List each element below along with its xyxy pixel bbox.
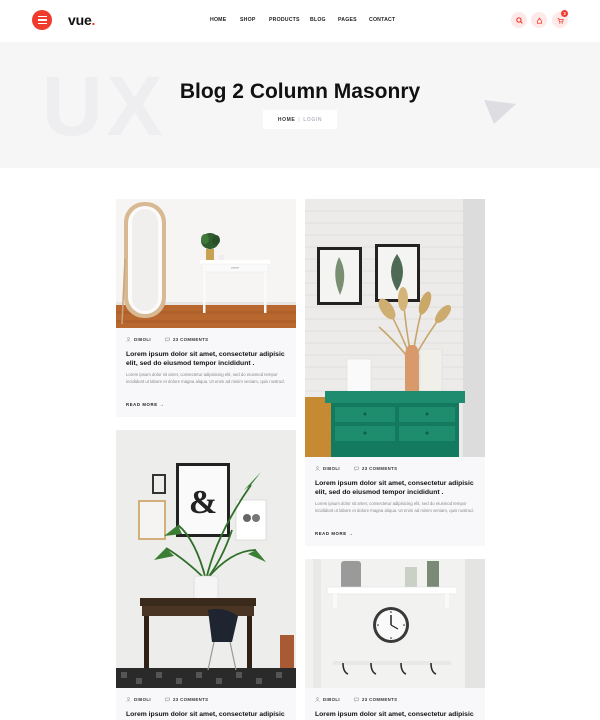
- blog-post-card: DIBOLI 23 COMMENTS Lorem ipsum dolor sit…: [116, 199, 296, 417]
- blog-post-card: DIBOLI 23 COMMENTS Lorem ipsum dolor sit…: [305, 199, 485, 546]
- post-body: DIBOLI 23 COMMENTS Lorem ipsum dolor sit…: [305, 457, 485, 546]
- comment-icon: [354, 697, 359, 702]
- wall-clock-shelf-image: [305, 559, 485, 688]
- hamburger-icon-line: [37, 19, 47, 21]
- account-button[interactable]: [531, 12, 547, 28]
- post-thumbnail[interactable]: [116, 199, 296, 328]
- read-more-label: READ MORE: [315, 531, 347, 536]
- cart-icon: [557, 17, 564, 24]
- search-button[interactable]: [511, 12, 527, 28]
- hamburger-icon-line: [37, 22, 47, 24]
- logo-dot: .: [91, 12, 96, 28]
- nav-blog[interactable]: BLOG: [310, 17, 326, 23]
- site-header: vue. HOME SHOP PRODUCTS BLOG PAGES CONTA…: [0, 0, 600, 42]
- nav-products[interactable]: PRODUCTS: [269, 17, 300, 23]
- post-meta: DIBOLI 23 COMMENTS: [126, 697, 208, 702]
- comment-icon: [165, 337, 170, 342]
- post-meta: DIBOLI 23 COMMENTS: [126, 337, 208, 342]
- post-meta: DIBOLI 23 COMMENTS: [315, 466, 397, 471]
- blog-post-card: & DIBOLI 23 COMMENTS Lorem ipsum dolor s…: [116, 430, 296, 720]
- breadcrumb-home-link[interactable]: HOME: [278, 117, 295, 123]
- site-logo[interactable]: vue.: [68, 12, 95, 28]
- post-body: DIBOLI 23 COMMENTS Lorem ipsum dolor sit…: [116, 688, 296, 720]
- post-thumbnail[interactable]: &: [116, 430, 296, 688]
- arrow-right-icon: →: [348, 531, 354, 536]
- post-author[interactable]: DIBOLI: [134, 337, 151, 342]
- user-icon: [536, 17, 542, 24]
- post-body: DIBOLI 23 COMMENTS Lorem ipsum dolor sit…: [116, 328, 296, 417]
- read-more-label: READ MORE: [126, 402, 158, 407]
- post-comments-count[interactable]: 23 COMMENTS: [362, 697, 397, 702]
- comment-icon: [354, 466, 359, 471]
- post-comments-count[interactable]: 23 COMMENTS: [173, 697, 208, 702]
- room-mirror-image: [116, 199, 296, 328]
- post-thumbnail[interactable]: [305, 559, 485, 688]
- arrow-right-icon: →: [159, 402, 165, 407]
- breadcrumb-current: LOGIN: [303, 116, 323, 123]
- post-thumbnail[interactable]: [305, 199, 485, 457]
- post-title[interactable]: Lorem ipsum dolor sit amet, consectetur …: [126, 350, 286, 368]
- user-icon: [126, 337, 131, 342]
- read-more-link[interactable]: READ MORE →: [126, 402, 164, 407]
- post-title[interactable]: Lorem ipsum dolor sit amet, consectetur …: [315, 710, 475, 719]
- read-more-link[interactable]: READ MORE →: [315, 531, 353, 536]
- user-icon: [126, 697, 131, 702]
- post-comments-count[interactable]: 23 COMMENTS: [173, 337, 208, 342]
- brick-wall-cabinet-image: [305, 199, 485, 457]
- post-title[interactable]: Lorem ipsum dolor sit amet, consectetur …: [315, 479, 475, 497]
- post-comments-count[interactable]: 23 COMMENTS: [362, 466, 397, 471]
- page-hero: UX Blog 2 Column Masonry HOME | LOGIN: [0, 42, 600, 168]
- post-excerpt: Lorem ipsum dolor sit amet, consectetur …: [315, 501, 474, 514]
- user-icon: [315, 697, 320, 702]
- post-body: DIBOLI 23 COMMENTS Lorem ipsum dolor sit…: [305, 688, 485, 720]
- post-author[interactable]: DIBOLI: [323, 697, 340, 702]
- user-icon: [315, 466, 320, 471]
- hamburger-menu-button[interactable]: [32, 10, 52, 30]
- breadcrumb: HOME | LOGIN: [263, 110, 337, 129]
- post-author[interactable]: DIBOLI: [323, 466, 340, 471]
- cart-count-badge: 3: [561, 10, 568, 17]
- comment-icon: [165, 697, 170, 702]
- svg-text:&: &: [189, 484, 217, 521]
- decorative-triangle-icon: [484, 100, 516, 124]
- blog-post-card: DIBOLI 23 COMMENTS Lorem ipsum dolor sit…: [305, 559, 485, 720]
- nav-contact[interactable]: CONTACT: [369, 17, 395, 23]
- post-meta: DIBOLI 23 COMMENTS: [315, 697, 397, 702]
- hamburger-icon-line: [37, 16, 47, 18]
- logo-text: vue: [68, 12, 92, 28]
- post-excerpt: Lorem ipsum dolor sit amet, consectetur …: [126, 372, 285, 385]
- search-icon: [515, 16, 523, 24]
- breadcrumb-separator: |: [298, 116, 301, 123]
- post-title[interactable]: Lorem ipsum dolor sit amet, consectetur …: [126, 710, 286, 719]
- hero-background-text: UX: [42, 59, 167, 153]
- nav-home[interactable]: HOME: [210, 17, 226, 23]
- post-author[interactable]: DIBOLI: [134, 697, 151, 702]
- nav-shop[interactable]: SHOP: [240, 17, 256, 23]
- nav-pages[interactable]: PAGES: [338, 17, 357, 23]
- desk-palm-image: &: [116, 430, 296, 688]
